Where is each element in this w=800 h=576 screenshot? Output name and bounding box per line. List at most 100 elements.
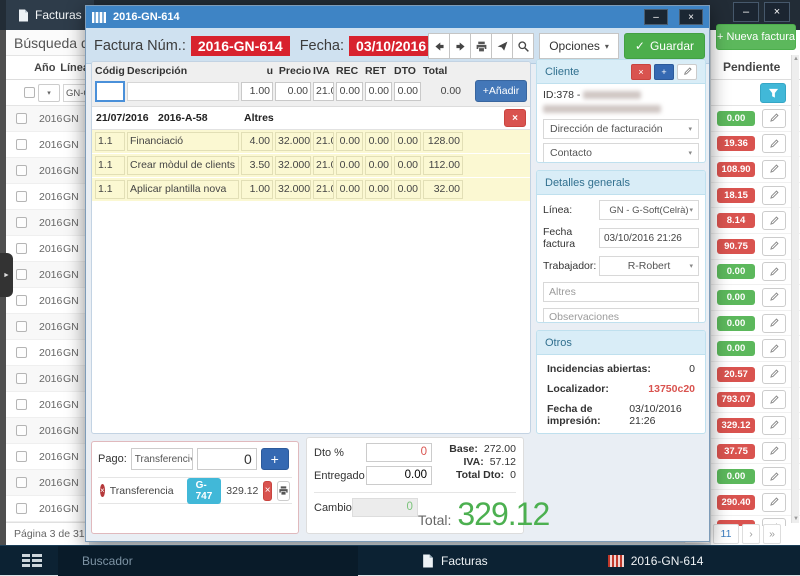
row-checkbox[interactable] — [16, 191, 27, 202]
page-button[interactable]: › — [742, 524, 760, 544]
row-checkbox[interactable] — [16, 321, 27, 332]
remove-client-button[interactable]: × — [631, 64, 651, 80]
payment-method-select[interactable]: Transferenci ▾ — [131, 448, 193, 470]
list-item[interactable]: 2016 GN — [6, 236, 89, 262]
list-item[interactable]: 2016 GN — [6, 470, 89, 496]
line-filter-input[interactable]: GN-G-S — [63, 84, 87, 102]
edit-invoice-button[interactable] — [762, 442, 786, 461]
list-item[interactable]: 2016 GN — [6, 314, 89, 340]
filter-button[interactable] — [760, 83, 786, 103]
edit-invoice-button[interactable] — [762, 314, 786, 333]
list-item[interactable]: 2016 GN — [6, 106, 89, 132]
page-button[interactable]: » — [763, 524, 781, 544]
options-dropdown[interactable]: Opciones ▾ — [539, 33, 619, 59]
new-item-dto-input[interactable]: 0.00 — [394, 82, 421, 101]
add-item-button[interactable]: +Añadir — [475, 80, 527, 102]
edit-invoice-button[interactable] — [762, 262, 786, 281]
row-checkbox[interactable] — [16, 269, 27, 280]
payment-amount-input[interactable] — [197, 448, 257, 470]
list-item[interactable]: 2016 GN — [6, 262, 89, 288]
list-item[interactable]: 2016 GN — [6, 496, 89, 522]
sidebar-expand-handle[interactable]: ► — [0, 253, 13, 297]
list-item[interactable]: 2016 GN — [6, 288, 89, 314]
list-item[interactable]: 2016 GN — [6, 366, 89, 392]
list-item[interactable]: 2016 GN — [6, 392, 89, 418]
list-item[interactable]: 2016 GN — [6, 418, 89, 444]
list-item[interactable]: 2016 GN — [6, 158, 89, 184]
tab-facturas[interactable]: Facturas — [6, 0, 94, 30]
row-checkbox[interactable] — [16, 373, 27, 384]
scroll-down-icon[interactable]: ▼ — [792, 516, 800, 522]
row-checkbox[interactable] — [16, 295, 27, 306]
edit-invoice-button[interactable] — [762, 160, 786, 179]
row-checkbox[interactable] — [16, 139, 27, 150]
print-button[interactable] — [470, 33, 492, 59]
dto-input[interactable]: 0 — [366, 443, 432, 462]
edit-invoice-button[interactable] — [762, 109, 786, 128]
trabajador-select[interactable]: R-Robert▾ — [599, 256, 699, 276]
entregado-input[interactable]: 0.00 — [366, 466, 432, 485]
new-item-units-input[interactable]: 1.00 — [241, 82, 273, 101]
list-item[interactable]: 2016 GN — [6, 132, 89, 158]
edit-invoice-button[interactable] — [762, 288, 786, 307]
modal-minimize-button[interactable]: – — [644, 9, 668, 25]
taskbar-item-invoice[interactable]: 2016-GN-614 — [608, 554, 704, 568]
taskbar-item-buscador[interactable]: Buscador — [58, 546, 358, 576]
scroll-up-icon[interactable]: ▲ — [792, 56, 800, 62]
row-checkbox[interactable] — [16, 425, 27, 436]
window-close-button[interactable]: × — [764, 2, 790, 22]
select-all-checkbox[interactable] — [24, 87, 35, 98]
remove-payment-button[interactable]: × — [263, 481, 272, 501]
search-button[interactable] — [512, 33, 534, 59]
save-button[interactable]: ✓ Guardar — [624, 33, 705, 59]
add-client-button[interactable]: + — [654, 64, 674, 80]
list-item[interactable]: 2016 GN — [6, 184, 89, 210]
edit-invoice-button[interactable] — [762, 237, 786, 256]
payment-ref-badge[interactable]: G-747 — [187, 478, 222, 504]
next-invoice-button[interactable] — [449, 33, 471, 59]
row-checkbox[interactable] — [16, 165, 27, 176]
edit-invoice-button[interactable] — [762, 493, 786, 512]
modal-close-button[interactable]: × — [679, 9, 703, 25]
linea-select[interactable]: GN - G-Soft(Celrà)▾ — [599, 200, 699, 220]
page-button[interactable]: 11 — [713, 524, 739, 544]
previous-invoice-button[interactable] — [428, 33, 450, 59]
new-item-ret-input[interactable]: 0.00 — [365, 82, 392, 101]
row-checkbox[interactable] — [16, 451, 27, 462]
row-checkbox[interactable] — [16, 113, 27, 124]
menu-grid-icon[interactable] — [22, 554, 44, 568]
modal-titlebar[interactable]: 2016-GN-614 – × — [86, 6, 709, 28]
year-filter-dropdown[interactable]: ▾ — [38, 84, 60, 102]
edit-invoice-button[interactable] — [762, 390, 786, 409]
pendiente-column-header[interactable]: Pendiente — [711, 55, 800, 80]
observaciones-textarea[interactable] — [543, 308, 699, 323]
edit-invoice-button[interactable] — [762, 467, 786, 486]
row-checkbox[interactable] — [16, 503, 27, 514]
row-checkbox[interactable] — [16, 243, 27, 254]
new-item-code-input[interactable] — [95, 81, 125, 102]
new-item-price-input[interactable]: 0.00 — [275, 82, 311, 101]
edit-invoice-button[interactable] — [762, 416, 786, 435]
edit-invoice-button[interactable] — [762, 365, 786, 384]
item-row[interactable]: 1.1 Crear mòdul de clients especí 3.50 3… — [92, 154, 530, 178]
new-item-description-input[interactable] — [127, 82, 239, 101]
taskbar-item-facturas[interactable]: Facturas — [422, 554, 488, 568]
edit-invoice-button[interactable] — [762, 211, 786, 230]
edit-invoice-button[interactable] — [762, 186, 786, 205]
row-checkbox[interactable] — [16, 347, 27, 358]
list-item[interactable]: 2016 GN — [6, 210, 89, 236]
billing-address-select[interactable]: Dirección de facturación ▾ — [543, 119, 699, 139]
altres-input[interactable] — [543, 282, 699, 302]
window-minimize-button[interactable]: – — [733, 2, 759, 22]
new-invoice-button[interactable]: + Nueva factura — [716, 24, 796, 50]
remove-group-button[interactable]: × — [504, 109, 526, 127]
row-checkbox[interactable] — [16, 217, 27, 228]
item-row[interactable]: 1.1 Aplicar plantilla nova 1.00 32.0000 … — [92, 178, 530, 202]
row-checkbox[interactable] — [16, 399, 27, 410]
edit-invoice-button[interactable] — [762, 134, 786, 153]
contact-select[interactable]: Contacto ▾ — [543, 143, 699, 163]
edit-client-button[interactable] — [677, 64, 697, 80]
print-payment-button[interactable] — [277, 481, 290, 501]
send-button[interactable] — [491, 33, 513, 59]
row-checkbox[interactable] — [16, 477, 27, 488]
